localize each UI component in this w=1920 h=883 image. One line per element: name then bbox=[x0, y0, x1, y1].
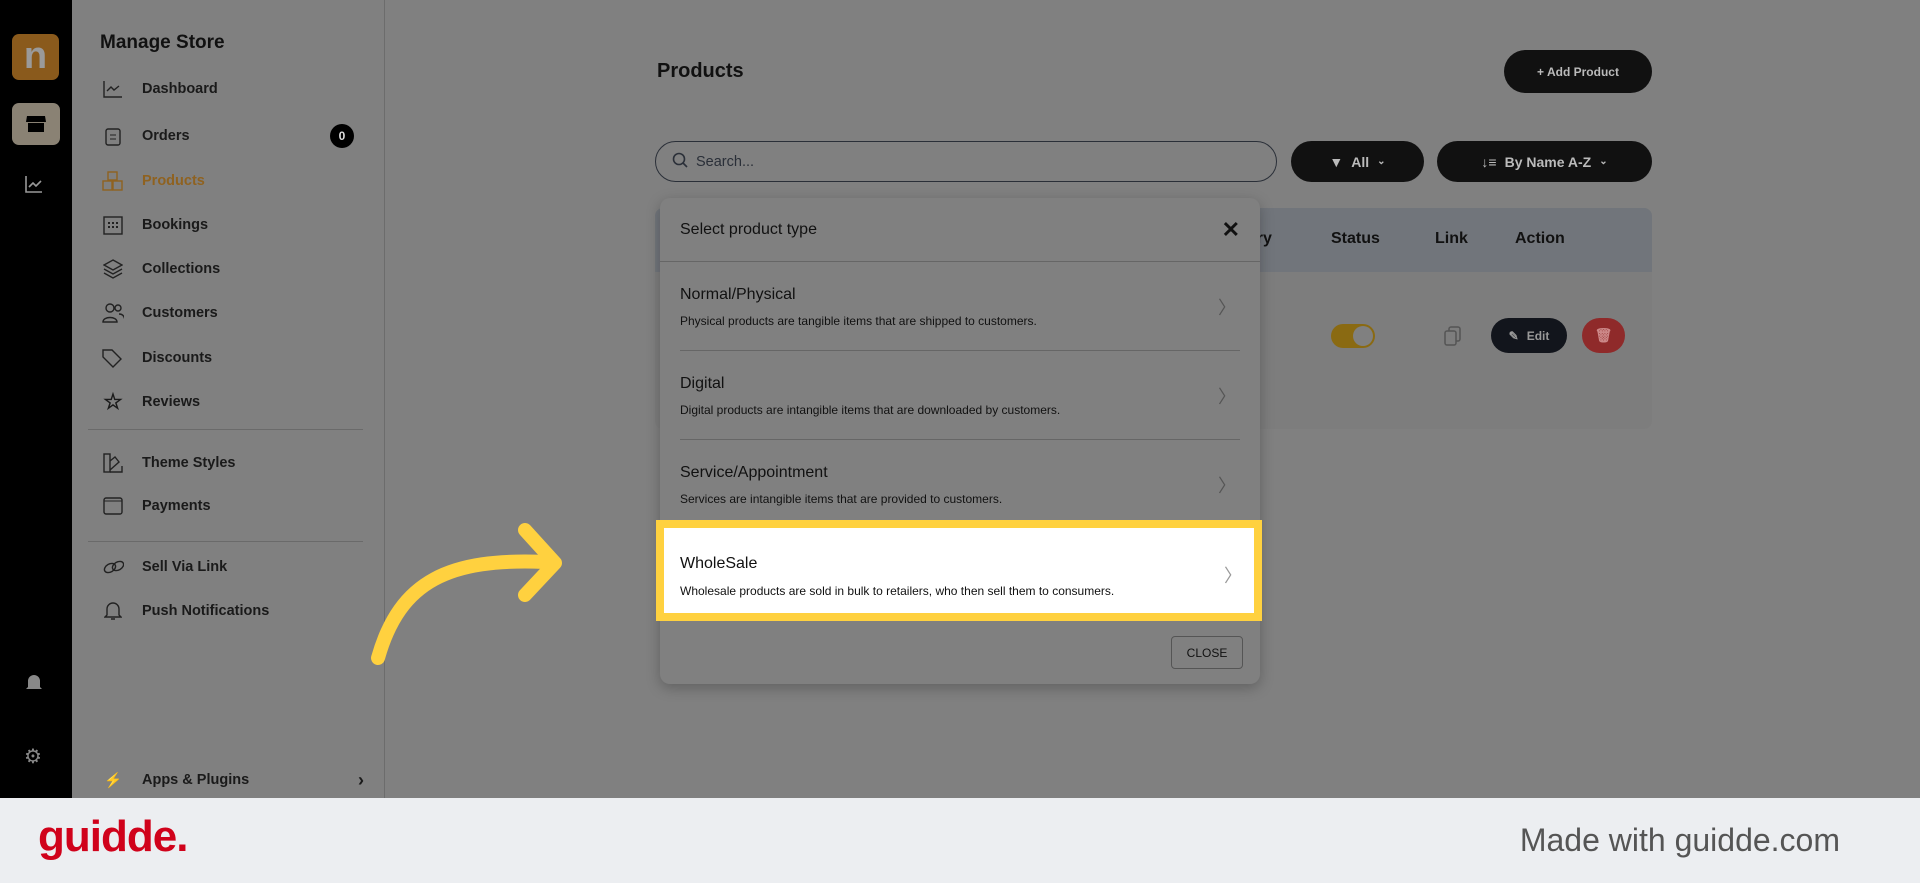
bell-icon bbox=[102, 600, 124, 622]
delete-button[interactable]: 🗑 bbox=[1582, 318, 1625, 353]
sidebar-item-orders[interactable]: Orders 0 bbox=[102, 124, 372, 148]
option-title: WholeSale bbox=[680, 555, 758, 572]
sidebar-title: Manage Store bbox=[100, 32, 225, 53]
product-type-option-physical[interactable]: Normal/Physical Physical products are tan… bbox=[680, 262, 1240, 351]
column-header-link: Link bbox=[1435, 230, 1468, 247]
edit-icon: ✎ bbox=[1508, 328, 1519, 343]
sort-icon: ↓≡ bbox=[1481, 153, 1497, 170]
app-rail: n ⚙ bbox=[0, 0, 72, 798]
option-title: Normal/Physical bbox=[680, 286, 796, 303]
sort-dropdown[interactable]: ↓≡ By Name A-Z ⌄ bbox=[1437, 141, 1652, 182]
layers-icon bbox=[102, 258, 124, 280]
divider bbox=[88, 429, 363, 430]
divider bbox=[88, 541, 363, 542]
sidebar-item-label: Theme Styles bbox=[142, 455, 236, 471]
orders-count-badge: 0 bbox=[330, 124, 354, 148]
sidebar-item-label: Payments bbox=[142, 498, 211, 514]
filter-dropdown[interactable]: ▼ All ⌄ bbox=[1291, 141, 1424, 182]
users-icon bbox=[102, 302, 124, 324]
filter-icon: ▼ bbox=[1329, 153, 1344, 170]
sidebar-item-sell-via-link[interactable]: Sell Via Link bbox=[102, 556, 372, 578]
sidebar-item-push-notifications[interactable]: Push Notifications bbox=[102, 600, 372, 622]
app-logo[interactable]: n bbox=[12, 34, 59, 80]
column-header-action: Action bbox=[1515, 230, 1565, 247]
column-header-status: Status bbox=[1331, 230, 1380, 247]
sidebar-item-label: Dashboard bbox=[142, 81, 218, 97]
chart-line-icon bbox=[102, 78, 124, 100]
close-button[interactable]: CLOSE bbox=[1171, 636, 1243, 669]
close-icon[interactable]: ✕ bbox=[1222, 217, 1240, 243]
palette-icon bbox=[102, 452, 124, 474]
chevron-right-icon: › bbox=[358, 769, 364, 790]
sidebar-item-dashboard[interactable]: Dashboard bbox=[102, 78, 372, 100]
footer-bar: guidde. Made with guidde.com bbox=[0, 798, 1920, 883]
chevron-right-icon: 〉 bbox=[1218, 476, 1236, 496]
chevron-down-icon: ⌄ bbox=[1599, 156, 1608, 167]
tag-icon bbox=[102, 347, 124, 369]
chevron-right-icon: 〉 bbox=[1218, 387, 1236, 407]
pointer-arrow-icon bbox=[371, 523, 562, 665]
sidebar-item-label: Orders bbox=[142, 128, 190, 144]
link-icon bbox=[102, 556, 124, 578]
page-title: Products bbox=[657, 60, 744, 82]
option-description: Wholesale products are sold in bulk to r… bbox=[680, 584, 1115, 598]
product-type-option-wholesale[interactable]: WholeSale Wholesale products are sold in … bbox=[656, 520, 1262, 621]
edit-label: Edit bbox=[1526, 328, 1550, 343]
star-icon: ☆ bbox=[103, 389, 123, 414]
sidebar-item-payments[interactable]: Payments bbox=[102, 495, 372, 517]
search-icon bbox=[672, 152, 688, 172]
sidebar-item-theme-styles[interactable]: Theme Styles bbox=[102, 452, 372, 474]
wallet-icon bbox=[102, 495, 124, 517]
option-title: Digital bbox=[680, 375, 725, 392]
store-icon[interactable] bbox=[12, 103, 60, 145]
edit-button[interactable]: ✎ Edit bbox=[1491, 318, 1567, 353]
sort-value: By Name A-Z bbox=[1504, 153, 1592, 170]
sidebar-item-label: Customers bbox=[142, 305, 218, 321]
product-type-option-digital[interactable]: Digital Digital products are intangible i… bbox=[680, 351, 1240, 440]
option-description: Services are intangible items that are p… bbox=[680, 492, 1003, 506]
filter-value: All bbox=[1351, 153, 1370, 170]
sidebar-item-label: Sell Via Link bbox=[142, 559, 228, 575]
sidebar-item-reviews[interactable]: ☆ Reviews bbox=[102, 389, 372, 414]
sidebar-item-label: Bookings bbox=[142, 217, 209, 233]
chevron-down-icon: ⌄ bbox=[1377, 156, 1386, 167]
clipboard-icon bbox=[102, 125, 124, 147]
option-description: Physical products are tangible items tha… bbox=[680, 314, 1037, 328]
bell-icon[interactable] bbox=[24, 672, 44, 700]
sidebar-item-apps-plugins[interactable]: ⚡ Apps & Plugins › bbox=[102, 769, 372, 791]
option-description: Digital products are intangible items th… bbox=[680, 403, 1061, 417]
sidebar-item-label: Products bbox=[142, 173, 205, 189]
copy-link-icon[interactable] bbox=[1444, 326, 1462, 351]
search-input[interactable] bbox=[696, 153, 883, 170]
sidebar: Manage Store Dashboard Orders 0 Products … bbox=[72, 0, 385, 798]
gear-icon[interactable]: ⚙ bbox=[24, 744, 42, 769]
sidebar-item-label: Push Notifications bbox=[142, 603, 270, 619]
trash-icon: 🗑 bbox=[1594, 327, 1613, 343]
sidebar-item-discounts[interactable]: Discounts bbox=[102, 347, 372, 369]
chevron-right-icon: 〉 bbox=[1224, 566, 1242, 586]
sidebar-item-collections[interactable]: Collections bbox=[102, 258, 372, 280]
guidde-logo: guidde. bbox=[38, 812, 188, 861]
modal-title: Select product type bbox=[680, 220, 817, 238]
sidebar-item-customers[interactable]: Customers bbox=[102, 302, 372, 324]
search-field[interactable] bbox=[655, 141, 1277, 182]
chevron-right-icon: 〉 bbox=[1218, 298, 1236, 318]
boxes-icon bbox=[102, 170, 124, 192]
sidebar-item-label: Reviews bbox=[142, 394, 201, 410]
option-title: Service/Appointment bbox=[680, 464, 828, 481]
lightning-icon: ⚡ bbox=[103, 772, 123, 789]
sidebar-item-label: Discounts bbox=[142, 350, 213, 366]
sidebar-item-label: Apps & Plugins bbox=[142, 772, 250, 788]
product-type-option-service[interactable]: Service/Appointment Services are intangib… bbox=[680, 440, 1240, 529]
sidebar-item-products[interactable]: Products bbox=[102, 170, 372, 192]
sidebar-item-bookings[interactable]: Bookings bbox=[102, 214, 372, 236]
status-toggle[interactable] bbox=[1331, 324, 1375, 348]
calendar-icon bbox=[102, 214, 124, 236]
add-product-button[interactable]: + Add Product bbox=[1504, 50, 1652, 93]
analytics-icon[interactable] bbox=[24, 174, 44, 200]
sidebar-item-label: Collections bbox=[142, 261, 221, 277]
made-with-text: Made with guidde.com bbox=[1519, 822, 1840, 858]
